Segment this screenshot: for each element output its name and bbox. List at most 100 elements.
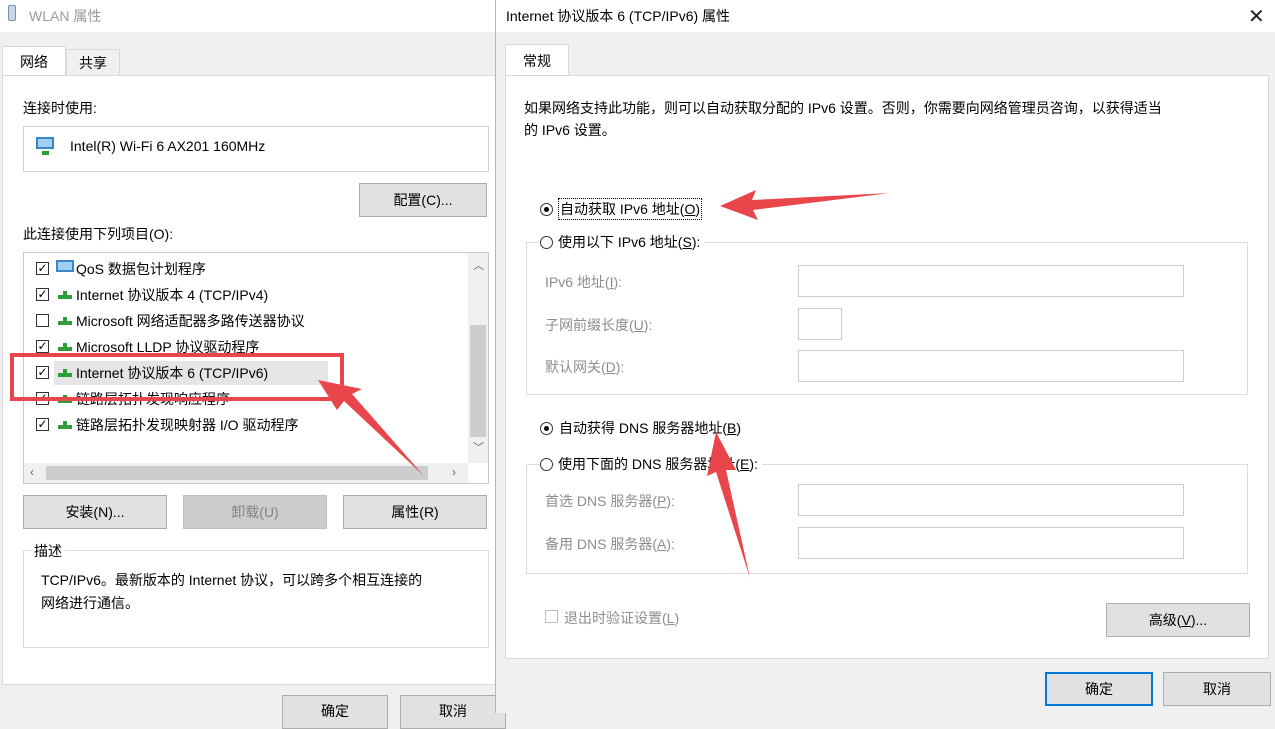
horizontal-scroll-thumb[interactable] bbox=[46, 466, 428, 480]
list-item-label: Internet 协议版本 4 (TCP/IPv4) bbox=[76, 287, 269, 303]
install-button[interactable]: 安装(N)... bbox=[23, 495, 167, 529]
gateway-label: 默认网关(D): bbox=[545, 359, 625, 375]
alternate-dns-field[interactable] bbox=[798, 527, 1184, 559]
tab-general-label: 常规 bbox=[523, 53, 551, 69]
item-checkbox[interactable]: ✓ bbox=[36, 288, 49, 301]
network-adapter-icon bbox=[36, 137, 54, 155]
network-protocol-icon bbox=[58, 291, 72, 299]
auto-dns-radio[interactable] bbox=[540, 422, 553, 435]
network-protocol-icon bbox=[58, 395, 72, 403]
preferred-dns-field[interactable] bbox=[798, 484, 1184, 516]
validate-on-exit-label: 退出时验证设置(L) bbox=[564, 610, 680, 626]
list-item[interactable]: ✓ 链路层拓扑发现映射器 I/O 驱动程序 bbox=[24, 411, 476, 437]
wlan-ok-button-label: 确定 bbox=[321, 703, 349, 719]
list-item[interactable]: ✓ 链路层拓扑发现响应程序 bbox=[24, 385, 476, 411]
tab-network-label: 网络 bbox=[20, 54, 48, 70]
item-checkbox[interactable]: ✓ bbox=[36, 262, 49, 275]
properties-button-label: 属性(R) bbox=[391, 504, 439, 520]
auto-dns-label[interactable]: 自动获得 DNS 服务器地址(B) bbox=[559, 418, 741, 438]
configure-button[interactable]: 配置(C)... bbox=[359, 183, 487, 217]
auto-ipv6-radio[interactable] bbox=[540, 203, 553, 216]
list-item[interactable]: ✓ Internet 协议版本 4 (TCP/IPv4) bbox=[24, 281, 476, 307]
ipv6-dialog-title: Internet 协议版本 6 (TCP/IPv6) 属性 bbox=[506, 8, 731, 24]
manual-dns-label[interactable]: 使用下面的 DNS 服务器地址(E): bbox=[554, 454, 762, 474]
item-checkbox[interactable]: ✓ bbox=[36, 340, 49, 353]
intro-line1: 如果网络支持此功能，则可以自动获取分配的 IPv6 设置。否则，你需要向网络管理… bbox=[524, 100, 1162, 116]
description-label: 描述 bbox=[31, 541, 65, 561]
manual-ipv6-radio[interactable] bbox=[540, 236, 553, 249]
list-item[interactable]: Microsoft 网络适配器多路传送器协议 bbox=[24, 307, 476, 333]
alternate-dns-label: 备用 DNS 服务器(A): bbox=[545, 536, 675, 552]
items-container: ✓ QoS 数据包计划程序 ✓ Internet 协议版本 4 (TCP/IPv4) M… bbox=[24, 255, 470, 463]
close-icon[interactable]: ✕ bbox=[1248, 4, 1265, 29]
tab-general[interactable]: 常规 bbox=[505, 44, 569, 76]
wlan-ok-button[interactable]: 确定 bbox=[282, 695, 388, 729]
tab-sharing[interactable]: 共享 bbox=[66, 49, 120, 76]
tab-network[interactable]: 网络 bbox=[2, 46, 66, 76]
list-item-label: 链路层拓扑发现映射器 I/O 驱动程序 bbox=[76, 417, 299, 433]
description-text-line2: 网络进行通信。 bbox=[41, 595, 139, 611]
item-checkbox[interactable] bbox=[36, 314, 49, 327]
item-checkbox[interactable]: ✓ bbox=[36, 392, 49, 405]
general-tab-panel: 如果网络支持此功能，则可以自动获取分配的 IPv6 设置。否则，你需要向网络管理… bbox=[505, 75, 1269, 659]
scroll-down-icon[interactable]: ﹀ bbox=[473, 439, 484, 455]
wlan-properties-dialog: WLAN 属性 网络 共享 连接时使用: Intel(R) Wi-Fi 6 AX… bbox=[0, 0, 506, 729]
ipv6-cancel-button[interactable]: 取消 bbox=[1163, 672, 1271, 706]
list-item-label: 链路层拓扑发现响应程序 bbox=[76, 391, 230, 407]
ipv6-address-field[interactable] bbox=[798, 265, 1184, 297]
ipv6-ok-button[interactable]: 确定 bbox=[1045, 672, 1153, 706]
list-item[interactable]: ✓ Internet 协议版本 6 (TCP/IPv6) bbox=[24, 359, 476, 385]
list-item-label: Microsoft LLDP 协议驱动程序 bbox=[76, 339, 260, 355]
wlan-window-icon bbox=[8, 5, 16, 21]
items-list: ✓ QoS 数据包计划程序 ✓ Internet 协议版本 4 (TCP/IPv4) M… bbox=[23, 252, 489, 484]
install-button-label: 安装(N)... bbox=[65, 504, 125, 520]
ipv6-cancel-button-label: 取消 bbox=[1203, 681, 1231, 697]
network-protocol-icon bbox=[58, 317, 72, 325]
list-item-label: Internet 协议版本 6 (TCP/IPv6) bbox=[76, 365, 269, 381]
item-checkbox[interactable]: ✓ bbox=[36, 418, 49, 431]
items-label: 此连接使用下列项目(O): bbox=[23, 226, 174, 242]
prefix-length-field[interactable] bbox=[798, 308, 842, 340]
scroll-up-icon[interactable]: ︿ bbox=[473, 257, 484, 273]
list-item[interactable]: ✓ Microsoft LLDP 协议驱动程序 bbox=[24, 333, 476, 359]
item-checkbox[interactable]: ✓ bbox=[36, 366, 49, 379]
wlan-cancel-button[interactable]: 取消 bbox=[400, 695, 506, 729]
qos-monitor-icon bbox=[56, 260, 74, 272]
list-item[interactable]: ✓ QoS 数据包计划程序 bbox=[24, 255, 476, 281]
manual-ipv6-label[interactable]: 使用以下 IPv6 地址(S): bbox=[554, 232, 705, 252]
manual-dns-radio[interactable] bbox=[540, 458, 553, 471]
network-tab-panel: 连接时使用: Intel(R) Wi-Fi 6 AX201 160MHz 配置(… bbox=[2, 75, 496, 685]
vertical-scroll-thumb[interactable] bbox=[470, 325, 486, 437]
ipv6-title-bar: Internet 协议版本 6 (TCP/IPv6) 属性 ✕ bbox=[496, 0, 1275, 32]
list-item-label: Microsoft 网络适配器多路传送器协议 bbox=[76, 313, 305, 329]
description-text-line1: TCP/IPv6。最新版本的 Internet 协议，可以跨多个相互连接的 bbox=[41, 572, 423, 588]
vertical-scrollbar[interactable]: ︿ ﹀ bbox=[468, 253, 488, 463]
prefix-length-label: 子网前缀长度(U): bbox=[545, 317, 653, 333]
wlan-cancel-button-label: 取消 bbox=[439, 703, 467, 719]
scroll-left-icon[interactable]: ‹ bbox=[30, 465, 34, 479]
network-protocol-icon bbox=[58, 421, 72, 429]
auto-ipv6-label[interactable]: 自动获取 IPv6 地址(O) bbox=[558, 198, 703, 220]
list-item-label: QoS 数据包计划程序 bbox=[76, 261, 206, 277]
wlan-title-bar: WLAN 属性 bbox=[0, 0, 496, 32]
scroll-right-icon[interactable]: › bbox=[452, 465, 456, 479]
validate-on-exit-checkbox[interactable] bbox=[545, 610, 558, 623]
wlan-dialog-title: WLAN 属性 bbox=[29, 8, 102, 24]
preferred-dns-label: 首选 DNS 服务器(P): bbox=[545, 493, 675, 509]
advanced-button[interactable]: 高级(V)... bbox=[1106, 603, 1250, 637]
ipv6-properties-dialog: Internet 协议版本 6 (TCP/IPv6) 属性 ✕ 常规 如果网络支… bbox=[495, 0, 1275, 713]
ipv6-address-label: IPv6 地址(I): bbox=[545, 274, 623, 290]
adapter-name: Intel(R) Wi-Fi 6 AX201 160MHz bbox=[70, 138, 266, 154]
network-protocol-icon bbox=[58, 343, 72, 351]
ipv6-ok-button-label: 确定 bbox=[1085, 681, 1113, 697]
tab-sharing-label: 共享 bbox=[79, 55, 107, 71]
gateway-field[interactable] bbox=[798, 350, 1184, 382]
adapter-box: Intel(R) Wi-Fi 6 AX201 160MHz bbox=[23, 126, 489, 172]
connect-using-label: 连接时使用: bbox=[23, 100, 97, 116]
properties-button[interactable]: 属性(R) bbox=[343, 495, 487, 529]
configure-button-label: 配置(C)... bbox=[393, 192, 453, 208]
network-protocol-icon bbox=[58, 369, 72, 377]
uninstall-button[interactable]: 卸载(U) bbox=[183, 495, 327, 529]
horizontal-scrollbar[interactable]: ‹ › bbox=[24, 463, 468, 483]
intro-line2: 的 IPv6 设置。 bbox=[524, 122, 616, 138]
